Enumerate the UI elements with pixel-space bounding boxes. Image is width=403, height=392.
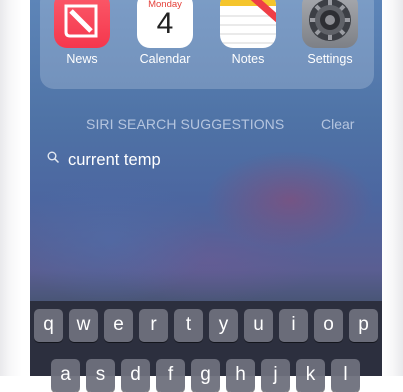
siri-suggestions-heading: SIRI SEARCH SUGGESTIONS bbox=[86, 116, 285, 132]
calendar-icon: Monday 4 bbox=[137, 0, 193, 48]
search-suggestion-item[interactable]: current temp bbox=[47, 149, 161, 171]
siri-app-suggestions: News Monday 4 Calendar Notes Settings bbox=[40, 0, 374, 89]
keyboard-row-1: q w e r t y u i o p bbox=[34, 309, 384, 342]
app-label-settings: Settings bbox=[307, 52, 353, 66]
key-q[interactable]: q bbox=[34, 309, 63, 342]
key-u[interactable]: u bbox=[244, 309, 273, 342]
key-e[interactable]: e bbox=[104, 309, 133, 342]
search-suggestion-text: current temp bbox=[68, 150, 161, 169]
app-news[interactable]: News bbox=[53, 0, 111, 66]
key-w[interactable]: w bbox=[69, 309, 98, 342]
keyboard: q w e r t y u i o p a s d f g h j k l bbox=[30, 301, 384, 392]
notes-icon bbox=[220, 0, 276, 48]
key-i[interactable]: i bbox=[279, 309, 308, 342]
app-calendar[interactable]: Monday 4 Calendar bbox=[136, 0, 194, 66]
key-p[interactable]: p bbox=[349, 309, 378, 342]
app-label-calendar: Calendar bbox=[139, 52, 191, 66]
settings-gear-icon bbox=[302, 0, 358, 48]
app-label-notes: Notes bbox=[231, 52, 265, 66]
key-y[interactable]: y bbox=[209, 309, 238, 342]
search-icon bbox=[47, 151, 60, 169]
key-r[interactable]: r bbox=[139, 309, 168, 342]
app-label-news: News bbox=[66, 52, 98, 66]
news-icon bbox=[54, 0, 110, 48]
app-settings[interactable]: Settings bbox=[301, 0, 359, 66]
app-notes[interactable]: Notes bbox=[219, 0, 277, 66]
key-o[interactable]: o bbox=[314, 309, 343, 342]
calendar-date: 4 bbox=[156, 7, 174, 40]
key-t[interactable]: t bbox=[174, 309, 203, 342]
clear-button[interactable]: Clear bbox=[321, 116, 354, 132]
